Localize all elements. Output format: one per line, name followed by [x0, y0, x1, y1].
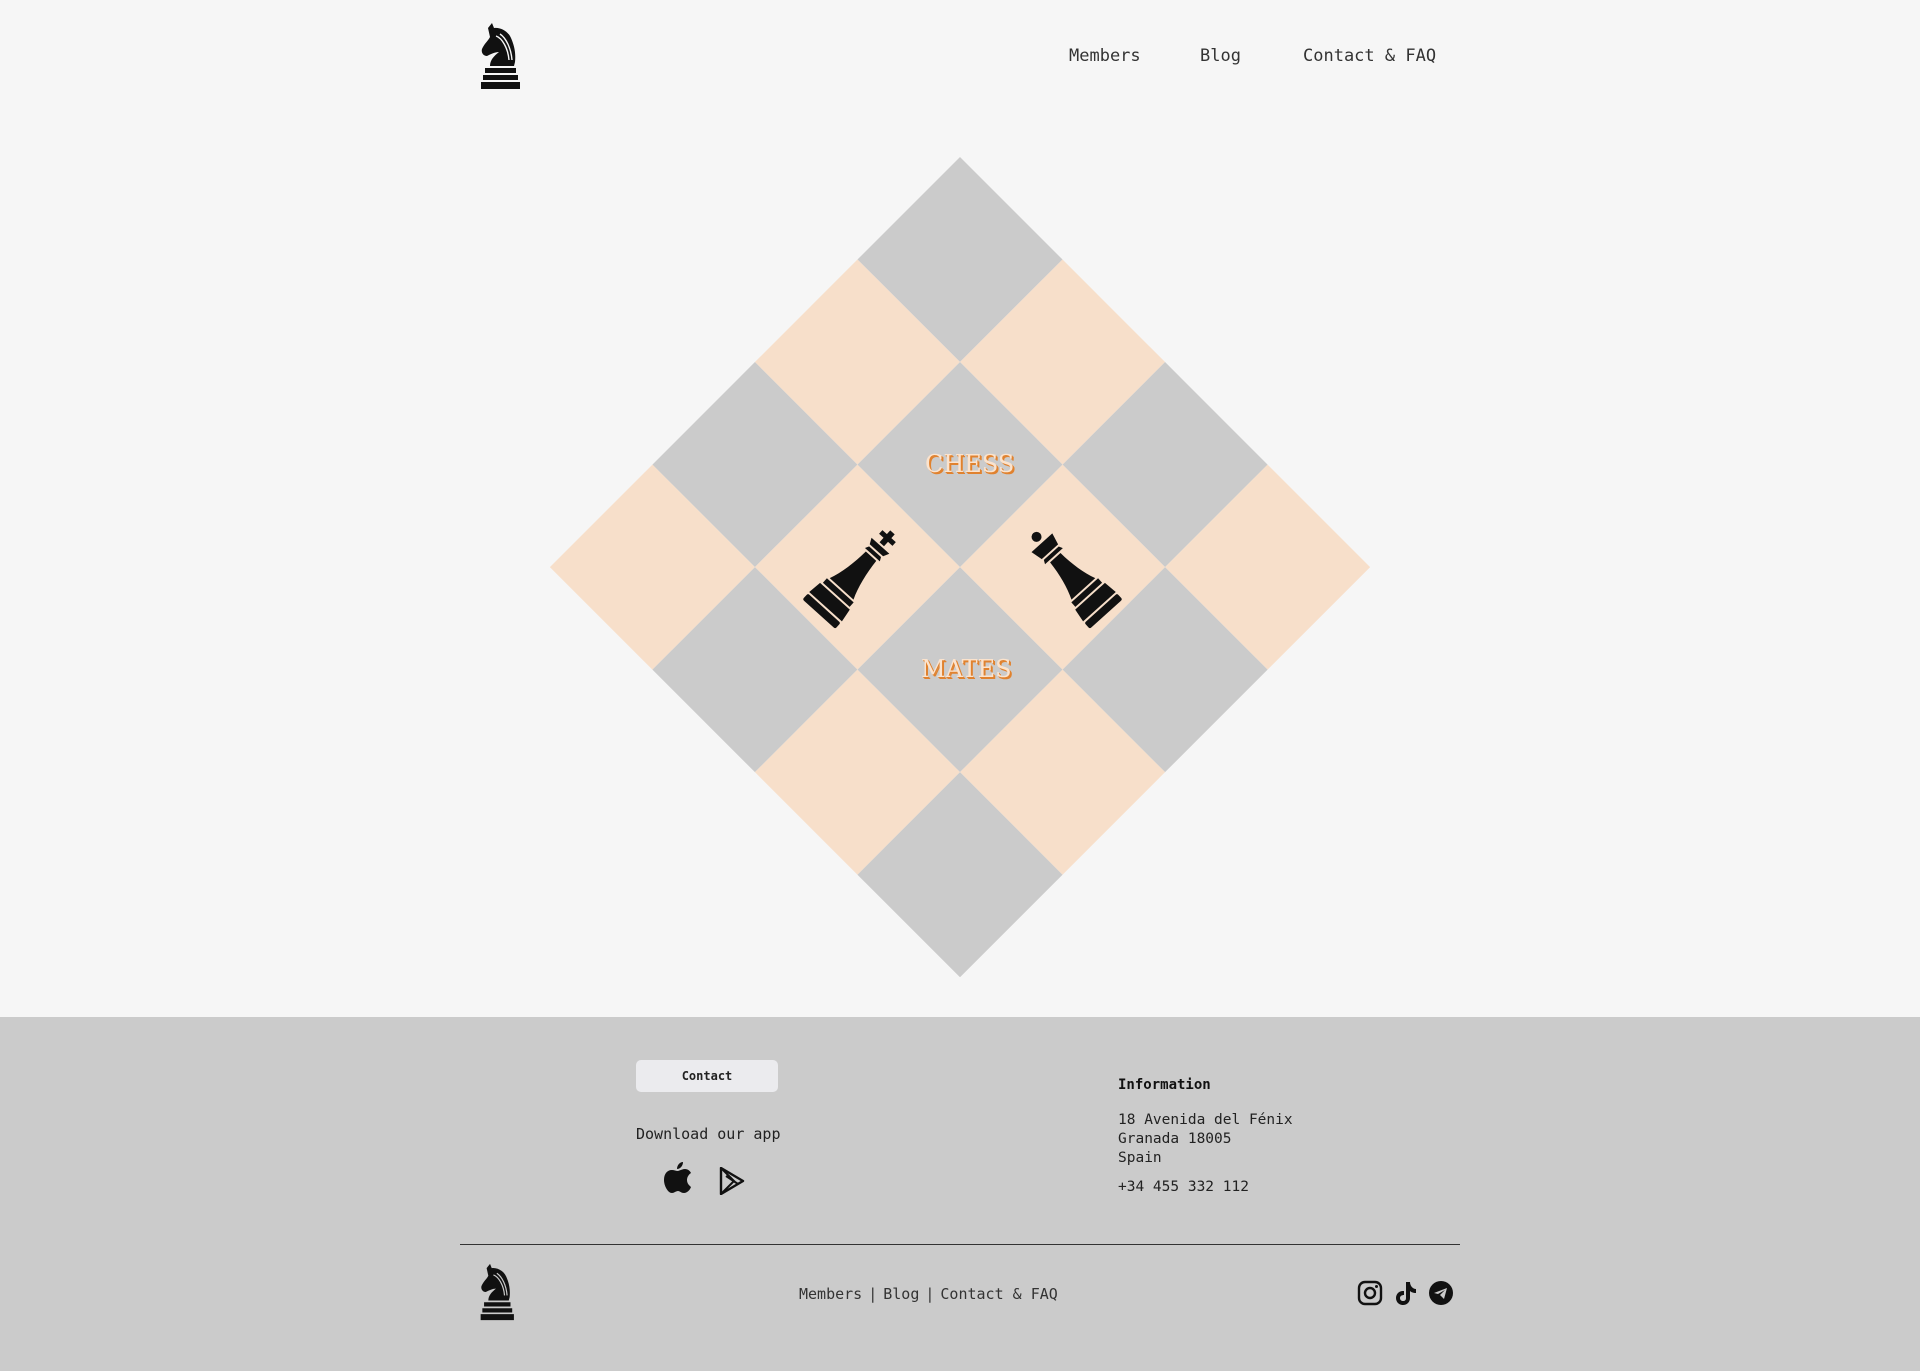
knight-logo-icon[interactable] [478, 22, 520, 90]
contact-button[interactable]: Contact [636, 1060, 778, 1092]
diamond-chessboard [550, 157, 1370, 977]
telegram-icon[interactable] [1428, 1280, 1454, 1306]
address-line-1: 18 Avenida del Fénix [1118, 1112, 1293, 1128]
footer-blog-link[interactable]: Blog [883, 1285, 919, 1303]
phone-number[interactable]: +34 455 332 112 [1118, 1179, 1249, 1195]
download-app-label: Download our app [636, 1125, 781, 1143]
footer-divider [460, 1244, 1460, 1245]
queen-piece-icon [1031, 531, 1122, 629]
site-footer: Contact Download our app Information 18 … [0, 1017, 1920, 1371]
hero-section: CHESS MATES [0, 120, 1920, 1017]
king-piece-icon [803, 530, 896, 629]
hero-word-mates: MATES [921, 655, 1012, 683]
knight-logo-icon[interactable] [477, 1263, 515, 1321]
footer-nav: Members | Blog | Contact & FAQ [799, 1285, 1058, 1303]
link-separator: | [868, 1285, 878, 1303]
nav-blog-link[interactable]: Blog [1200, 46, 1241, 66]
site-header: Members Blog Contact & FAQ [0, 0, 1920, 120]
nav-members-link[interactable]: Members [1069, 46, 1141, 66]
information-heading: Information [1118, 1077, 1211, 1093]
hero-word-chess: CHESS [925, 450, 1015, 478]
address-line-3: Spain [1118, 1150, 1162, 1166]
apple-icon[interactable] [664, 1161, 692, 1193]
footer-contact-faq-link[interactable]: Contact & FAQ [940, 1285, 1057, 1303]
tiktok-icon[interactable] [1392, 1280, 1418, 1306]
link-separator: | [925, 1285, 935, 1303]
instagram-icon[interactable] [1357, 1280, 1383, 1306]
google-play-icon[interactable] [719, 1167, 745, 1195]
nav-contact-faq-link[interactable]: Contact & FAQ [1303, 46, 1436, 66]
footer-members-link[interactable]: Members [799, 1285, 862, 1303]
address-line-2: Granada 18005 [1118, 1131, 1232, 1147]
